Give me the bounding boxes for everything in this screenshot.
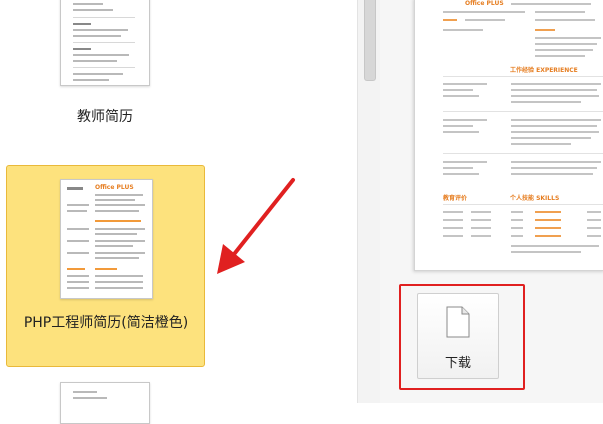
- template-caption: 教师简历: [77, 109, 133, 125]
- resume-preview: Office PLUS 工作经验 EXPERIENCE 教育评价 个人技能 SK…: [414, 0, 603, 271]
- preview-name: Office PLUS: [465, 0, 504, 7]
- template-caption: PHP工程师简历(简洁橙色): [23, 315, 189, 331]
- preview-section-education: 教育评价: [443, 195, 468, 202]
- thumbnail-title: Office PLUS: [95, 184, 134, 191]
- template-item-teacher[interactable]: 教师简历: [0, 0, 357, 160]
- annotation-arrow: [217, 178, 295, 274]
- template-thumbnail[interactable]: Office PLUS: [60, 179, 153, 299]
- preview-section-skills: 个人技能 SKILLS: [510, 195, 560, 202]
- scrollbar-thumb[interactable]: [364, 0, 376, 81]
- template-thumbnail[interactable]: [60, 382, 150, 424]
- annotation-highlight-box: [399, 284, 525, 390]
- preview-section-experience: 工作经验 EXPERIENCE: [510, 67, 578, 74]
- vertical-scrollbar[interactable]: [357, 0, 381, 403]
- template-thumbnail[interactable]: [60, 0, 150, 86]
- template-list: 教师简历 Office PLUS PHP工程师简历(简洁橙色): [0, 0, 357, 424]
- template-item-php-selected[interactable]: Office PLUS PHP工程师简历(简洁橙色): [6, 165, 205, 367]
- template-item-next[interactable]: [0, 370, 357, 424]
